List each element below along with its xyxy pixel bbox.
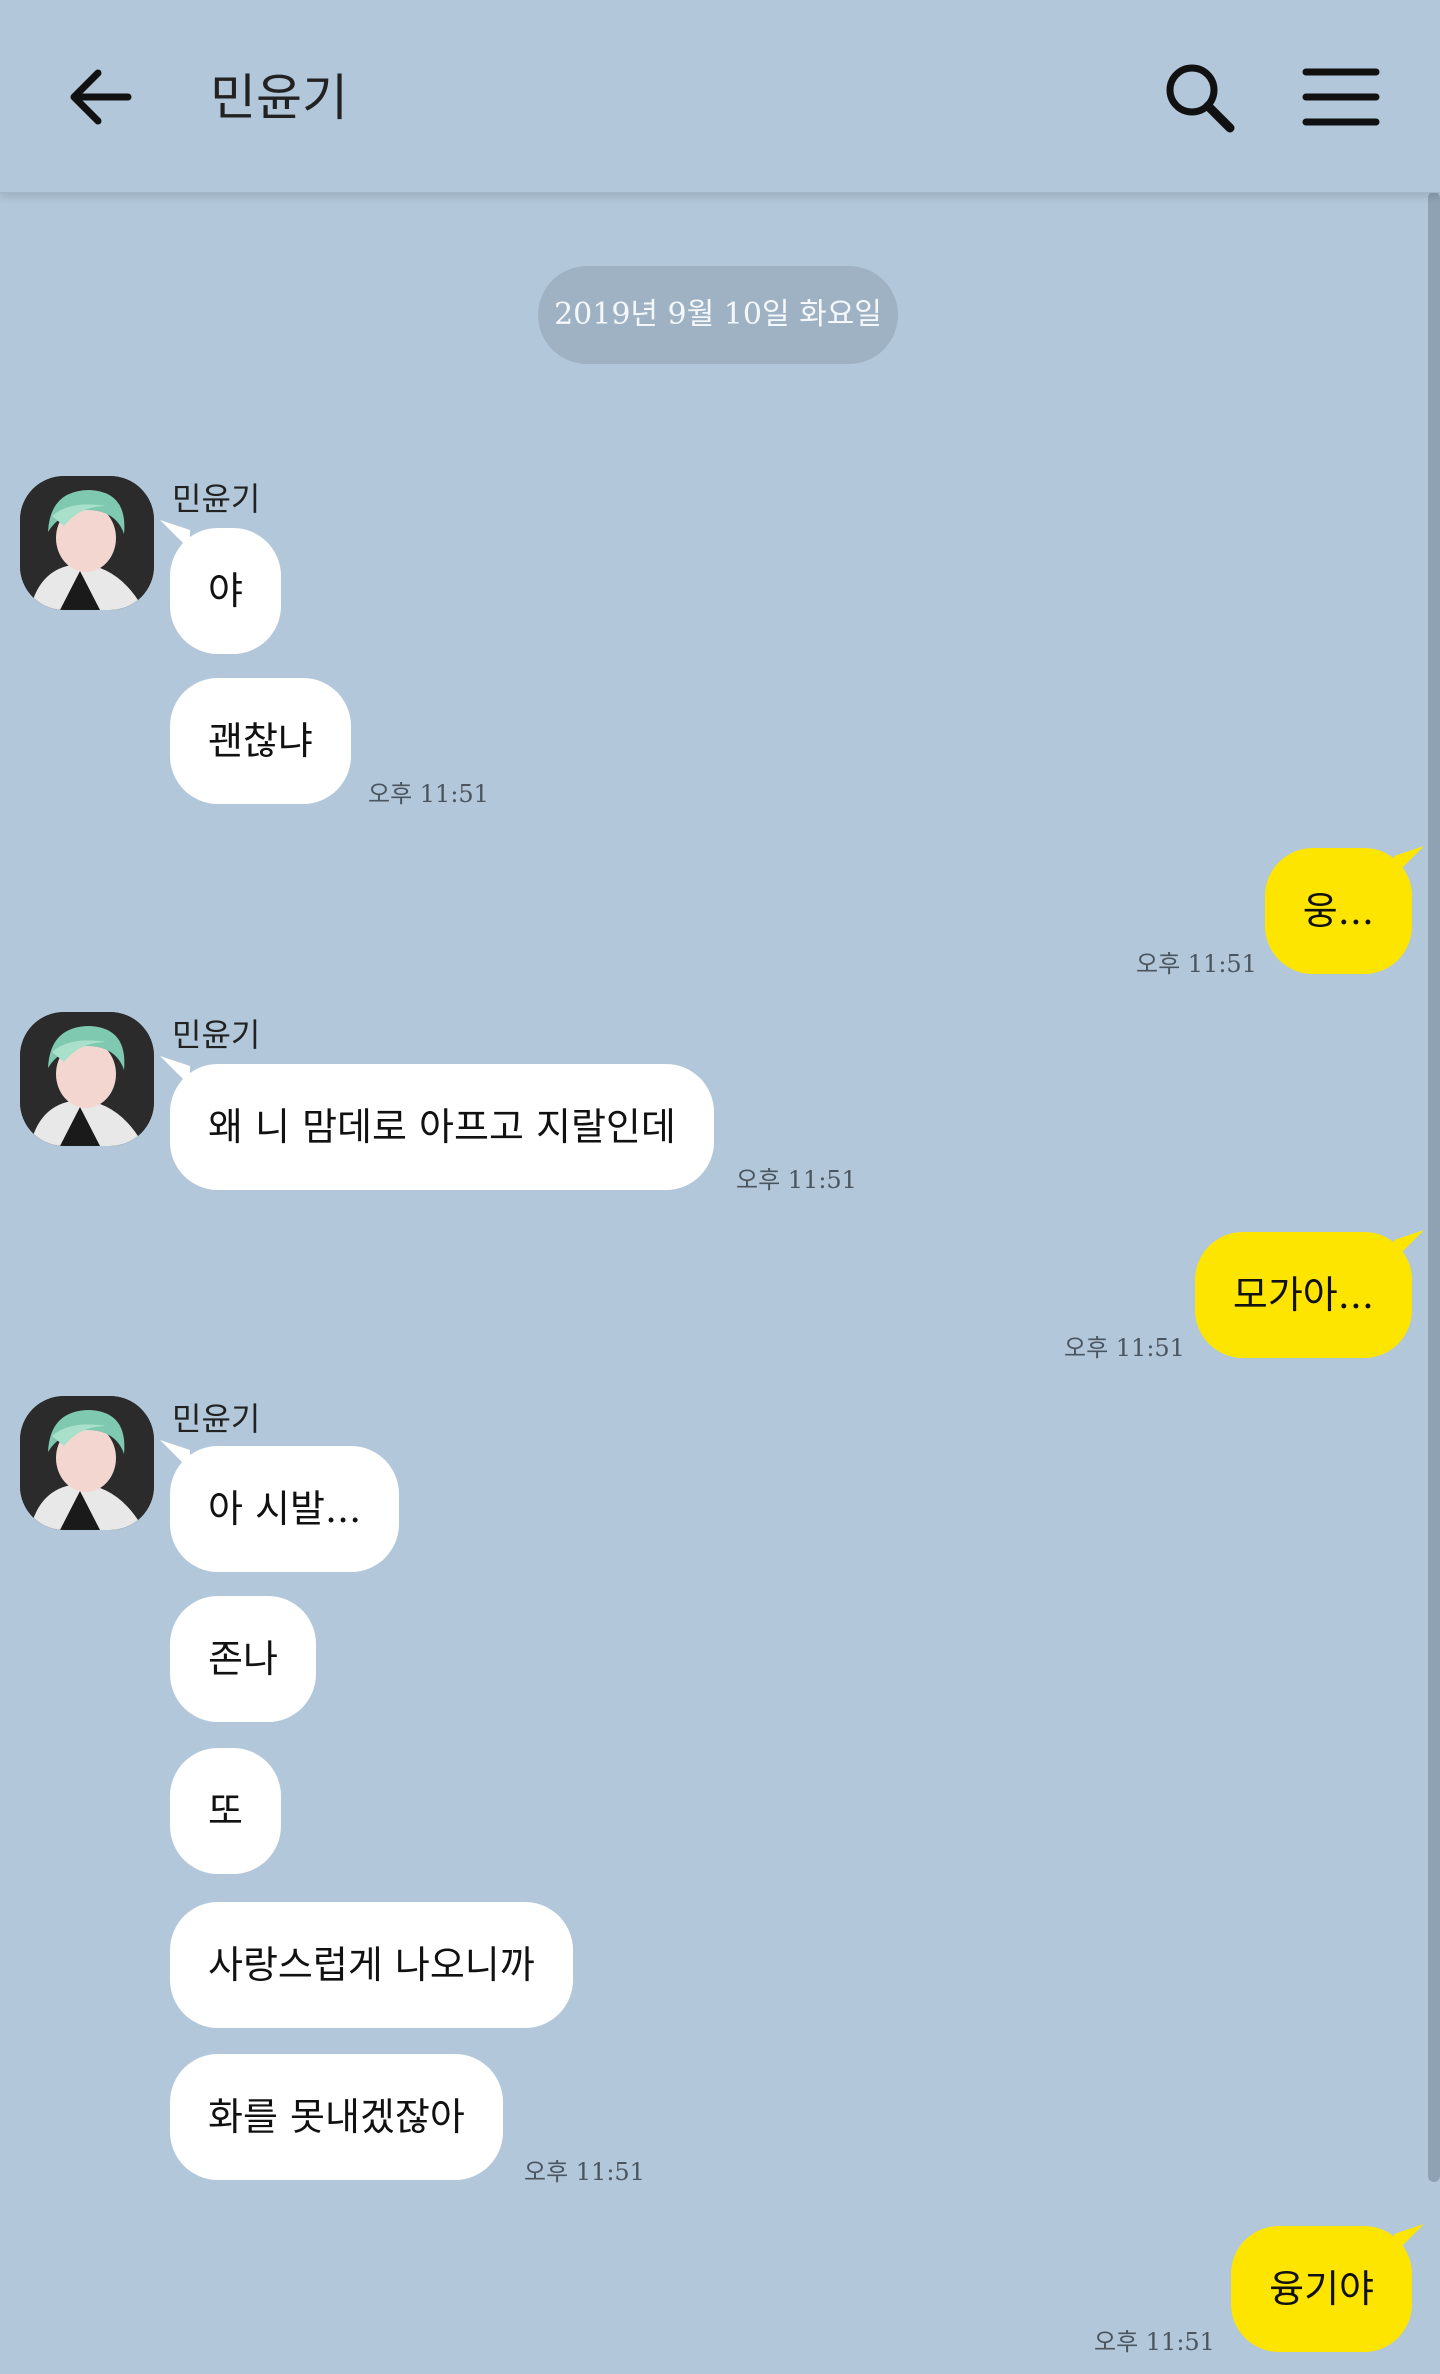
search-icon[interactable]: [1160, 58, 1238, 136]
incoming-message[interactable]: 또: [170, 1748, 281, 1874]
incoming-message[interactable]: 괜찮냐: [170, 678, 351, 804]
message-time: 오후 11:51: [368, 780, 489, 808]
profile-photo: [20, 1012, 154, 1146]
sender-name: 민윤기: [172, 1400, 261, 1438]
chat-header: 민윤기: [0, 0, 1440, 193]
incoming-message[interactable]: 존나: [170, 1596, 316, 1722]
avatar[interactable]: [20, 1012, 154, 1146]
incoming-message[interactable]: 아 시발...: [170, 1446, 400, 1572]
arrow-left-icon[interactable]: [62, 58, 140, 136]
avatar[interactable]: [20, 1396, 154, 1530]
message-time: 오후 11:51: [1136, 950, 1257, 978]
profile-photo: [20, 476, 154, 610]
message-time: 오후 11:51: [1064, 1334, 1185, 1362]
bubble-tail: [1394, 2224, 1424, 2254]
message-time: 오후 11:51: [736, 1166, 857, 1194]
chat-title: 민윤기: [210, 69, 348, 127]
incoming-message[interactable]: 사랑스럽게 나오니까: [170, 1902, 573, 2028]
scrollbar[interactable]: [1428, 192, 1440, 2182]
hamburger-menu-icon[interactable]: [1300, 58, 1382, 136]
incoming-message[interactable]: 화를 못내겠잖아: [170, 2054, 503, 2180]
outgoing-message[interactable]: 융기야: [1231, 2226, 1412, 2352]
date-divider: 2019년 9월 10일 화요일: [538, 266, 898, 364]
outgoing-message[interactable]: 웅...: [1264, 848, 1412, 974]
sender-name: 민윤기: [172, 1016, 261, 1054]
message-time: 오후 11:51: [1094, 2328, 1215, 2356]
incoming-message[interactable]: 야: [170, 528, 281, 654]
avatar[interactable]: [20, 476, 154, 610]
bubble-tail: [1394, 1230, 1424, 1260]
profile-photo: [20, 1396, 154, 1530]
message-time: 오후 11:51: [524, 2158, 645, 2186]
outgoing-message[interactable]: 모가아...: [1194, 1232, 1412, 1358]
incoming-message[interactable]: 왜 니 맘데로 아프고 지랄인데: [170, 1064, 714, 1190]
sender-name: 민윤기: [172, 480, 261, 518]
bubble-tail: [1394, 846, 1424, 876]
